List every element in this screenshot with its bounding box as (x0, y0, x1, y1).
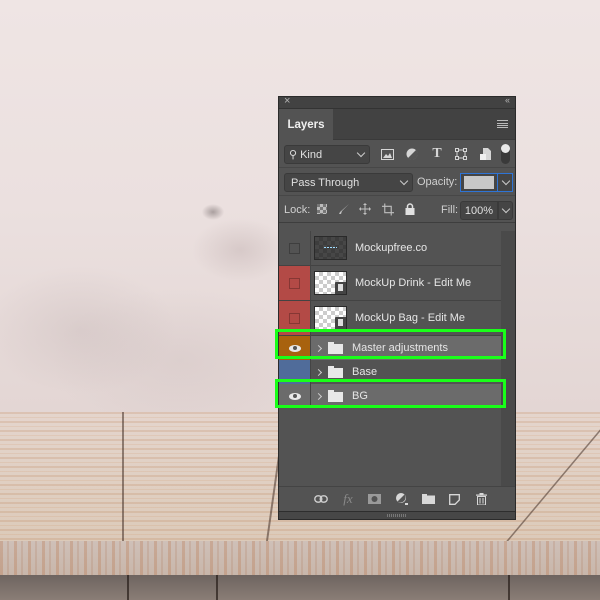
layer-row[interactable]: MockUp Bag - Edit Me (279, 301, 501, 336)
visibility-toggle[interactable] (279, 360, 311, 384)
plank-seam (216, 575, 218, 600)
table-underside (0, 575, 600, 600)
panel-title-bar[interactable]: × ‹‹ (279, 95, 515, 109)
layer-name: MockUp Drink - Edit Me (355, 277, 472, 289)
eye-icon (288, 392, 301, 400)
group-name: BG (352, 390, 368, 402)
expand-arrow-icon[interactable] (314, 368, 323, 376)
wooden-table-edge (0, 541, 600, 576)
lock-artboard-icon[interactable] (382, 203, 394, 215)
filter-kind-select[interactable]: ⚲ Kind (284, 145, 370, 164)
group-row[interactable]: Master adjustments (279, 336, 501, 360)
chevron-down-icon (356, 148, 366, 158)
blend-row: Pass Through Opacity: 100% (279, 168, 515, 196)
lock-all-icon[interactable] (404, 203, 416, 215)
layers-scrollbar[interactable] (501, 231, 515, 488)
layer-thumbnail (314, 306, 347, 330)
group-name: Master adjustments (352, 342, 448, 354)
delete-icon[interactable] (474, 492, 488, 506)
layers-list: Mockupfree.co MockUp Drink - Edit Me Moc… (279, 231, 501, 488)
panel-footer: fx (279, 486, 515, 511)
shape-filter-icon[interactable] (454, 147, 468, 161)
opacity-dropdown-button[interactable] (498, 173, 513, 192)
layer-row[interactable]: Mockupfree.co (279, 231, 501, 266)
lock-position-icon[interactable] (359, 203, 371, 215)
visibility-off-box (289, 312, 300, 324)
fill-value: 100% (464, 204, 494, 217)
tab-layers[interactable]: Layers (279, 109, 333, 140)
plank-seam (127, 575, 129, 600)
collapse-panel-icon[interactable]: ‹‹ (505, 95, 510, 105)
panel-resize-bar[interactable] (279, 511, 515, 519)
layer-thumbnail (314, 236, 347, 260)
filter-row: ⚲ Kind T (279, 140, 515, 168)
visibility-off-box (289, 277, 300, 289)
type-filter-icon[interactable]: T (430, 146, 444, 161)
fx-icon[interactable]: fx (341, 491, 355, 506)
adjustment-filter-icon[interactable] (405, 147, 419, 161)
layer-thumbnail (314, 271, 347, 295)
lock-image-pixels-icon[interactable] (338, 203, 350, 215)
folder-icon (328, 390, 343, 402)
fill-dropdown-button[interactable] (498, 201, 513, 220)
filter-kind-label: Kind (300, 148, 323, 161)
fill-label: Fill: (441, 204, 459, 216)
group-row[interactable]: Base (279, 360, 501, 384)
chevron-down-icon (501, 204, 511, 214)
layers-panel: × ‹‹ Layers ⚲ Kind T Pass Through Opacit… (278, 95, 516, 520)
link-layers-icon[interactable] (314, 492, 328, 506)
chevron-down-icon (399, 176, 409, 186)
eye-icon (288, 344, 301, 352)
visibility-toggle[interactable] (279, 384, 311, 408)
visibility-off-box (289, 242, 300, 254)
panel-menu-icon[interactable] (497, 120, 508, 128)
chevron-down-icon (501, 176, 511, 186)
lock-transparent-pixels-icon[interactable] (316, 203, 328, 215)
visibility-toggle[interactable] (279, 301, 311, 335)
new-layer-icon[interactable] (447, 492, 461, 506)
opacity-value: 100% (463, 176, 495, 189)
plank-seam (122, 412, 124, 542)
resize-grip-icon[interactable] (387, 514, 407, 517)
image-filter-icon[interactable] (380, 147, 394, 161)
expand-arrow-icon[interactable] (314, 344, 323, 352)
smart-object-badge-icon (335, 282, 346, 294)
new-group-icon[interactable] (421, 492, 435, 506)
opacity-label: Opacity: (417, 176, 458, 188)
close-icon[interactable]: × (284, 95, 290, 107)
fill-input[interactable]: 100% (460, 201, 498, 220)
visibility-toggle[interactable] (279, 336, 311, 360)
folder-icon (328, 366, 343, 378)
blend-mode-select[interactable]: Pass Through (284, 173, 413, 192)
layer-mask-icon[interactable] (367, 492, 381, 506)
layer-name: MockUp Bag - Edit Me (355, 312, 466, 324)
blend-mode-value: Pass Through (291, 176, 360, 189)
layer-row[interactable]: MockUp Drink - Edit Me (279, 266, 501, 301)
expand-arrow-icon[interactable] (314, 392, 323, 400)
lock-row: Lock: Fill: 100% (279, 196, 515, 223)
filter-toggle[interactable] (501, 144, 510, 164)
group-name: Base (352, 366, 378, 378)
group-row[interactable]: BG (279, 384, 501, 408)
search-icon: ⚲ (289, 149, 298, 161)
folder-icon (328, 342, 343, 354)
plank-seam (508, 575, 510, 600)
panel-tab-bar: Layers (279, 109, 515, 140)
visibility-toggle[interactable] (279, 231, 311, 265)
adjustment-layer-icon[interactable] (395, 492, 409, 506)
visibility-toggle[interactable] (279, 266, 311, 300)
lock-label: Lock: (284, 204, 311, 216)
layer-name: Mockupfree.co (355, 242, 428, 254)
plank-seam (505, 412, 600, 542)
smart-object-badge-icon (335, 317, 346, 329)
opacity-input[interactable]: 100% (460, 173, 498, 192)
smart-object-filter-icon[interactable] (478, 147, 492, 161)
